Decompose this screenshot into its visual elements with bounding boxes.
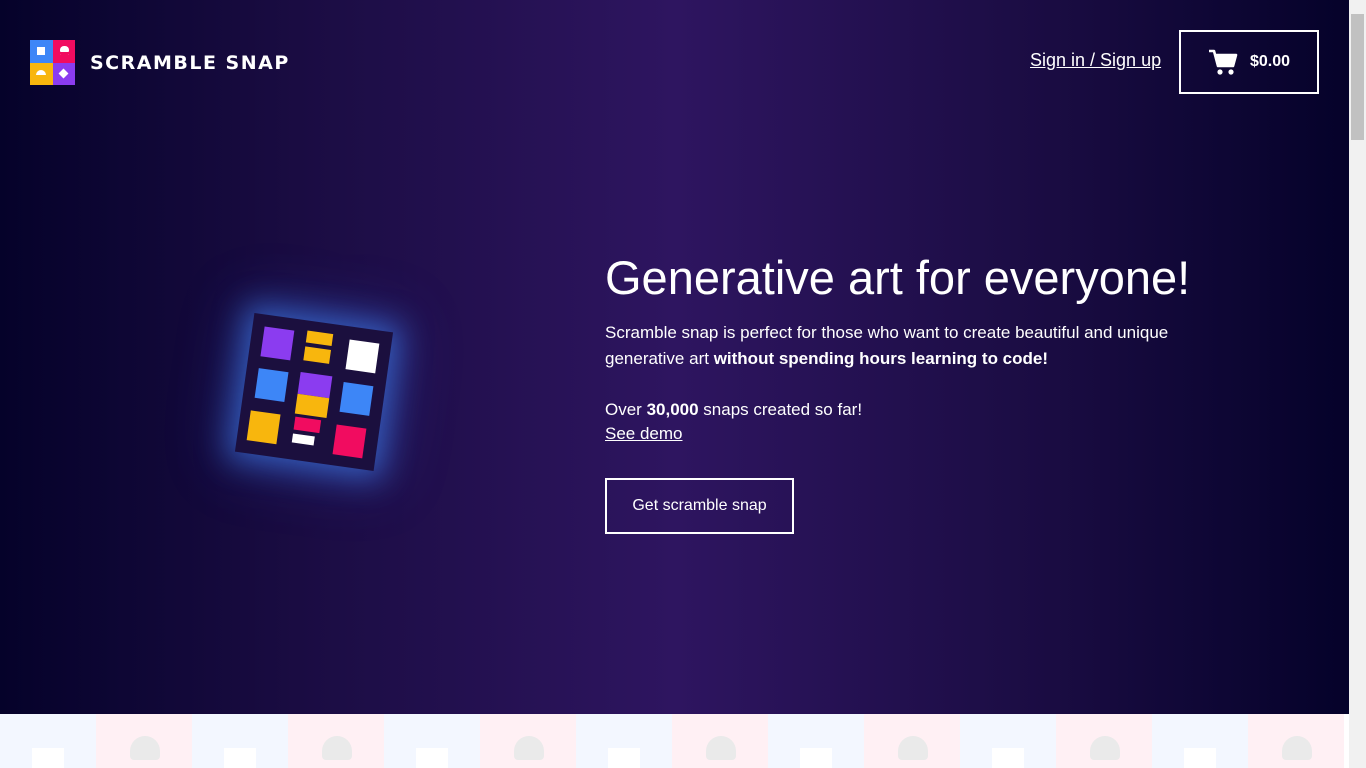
logo-cell-pink	[52, 40, 75, 63]
see-demo-link[interactable]: See demo	[605, 422, 683, 446]
scramble-snap-logo-icon	[30, 40, 75, 85]
hero-section: SCRAMBLE SNAP Sign in / Sign up $0.00 Ge…	[0, 0, 1349, 714]
pattern-tile	[960, 714, 1056, 768]
snap-count-text: Over 30,000 snaps created so far! See dem…	[605, 398, 1305, 446]
scramble-art-illustration	[234, 312, 394, 472]
logo-cell-blue	[30, 40, 53, 63]
art-tile	[345, 339, 380, 374]
pattern-tile	[0, 714, 96, 768]
art-tile	[246, 410, 281, 445]
snap-count-prefix: Over	[605, 400, 647, 419]
art-tile	[291, 433, 315, 446]
pattern-tile	[672, 714, 768, 768]
pattern-tile	[768, 714, 864, 768]
logo-cell-yellow	[30, 62, 53, 85]
brand-name: SCRAMBLE SNAP	[90, 51, 290, 74]
snap-count-suffix: snaps created so far!	[698, 400, 863, 419]
art-tile	[260, 326, 295, 361]
pattern-tile	[1152, 714, 1248, 768]
art-board	[234, 312, 394, 472]
hero-description-bold: without spending hours learning to code!	[713, 349, 1049, 368]
art-tile	[303, 346, 332, 364]
pattern-tile	[96, 714, 192, 768]
art-tile	[305, 330, 334, 346]
logo-cell-purple	[52, 62, 75, 85]
pattern-tile	[384, 714, 480, 768]
hero-title: Generative art for everyone!	[605, 251, 1191, 304]
pattern-tile	[288, 714, 384, 768]
snap-count-number: 30,000	[646, 400, 699, 419]
pattern-tile	[480, 714, 576, 768]
scrollbar-thumb[interactable]	[1351, 14, 1364, 140]
cart-total: $0.00	[1249, 53, 1291, 70]
hero-description: Scramble snap is perfect for those who w…	[605, 320, 1185, 372]
hero-content: Generative art for everyone! Scramble sn…	[605, 248, 1305, 534]
get-scramble-snap-button[interactable]: Get scramble snap	[605, 478, 794, 534]
pattern-tile	[1248, 714, 1344, 768]
pattern-tile	[192, 714, 288, 768]
pattern-tile	[864, 714, 960, 768]
brand-logo[interactable]: SCRAMBLE SNAP	[30, 40, 290, 85]
art-tile	[293, 416, 322, 434]
art-tile	[339, 382, 374, 416]
art-tile	[294, 393, 330, 418]
cart-button[interactable]: $0.00	[1179, 30, 1319, 94]
art-tile	[332, 424, 367, 459]
pattern-tile	[576, 714, 672, 768]
art-tile	[254, 368, 289, 402]
sign-in-link[interactable]: Sign in / Sign up	[1030, 50, 1161, 71]
page-scrollbar[interactable]	[1349, 0, 1366, 768]
pattern-strip	[0, 714, 1349, 768]
pattern-tile	[1056, 714, 1152, 768]
shopping-cart-icon	[1208, 49, 1238, 75]
